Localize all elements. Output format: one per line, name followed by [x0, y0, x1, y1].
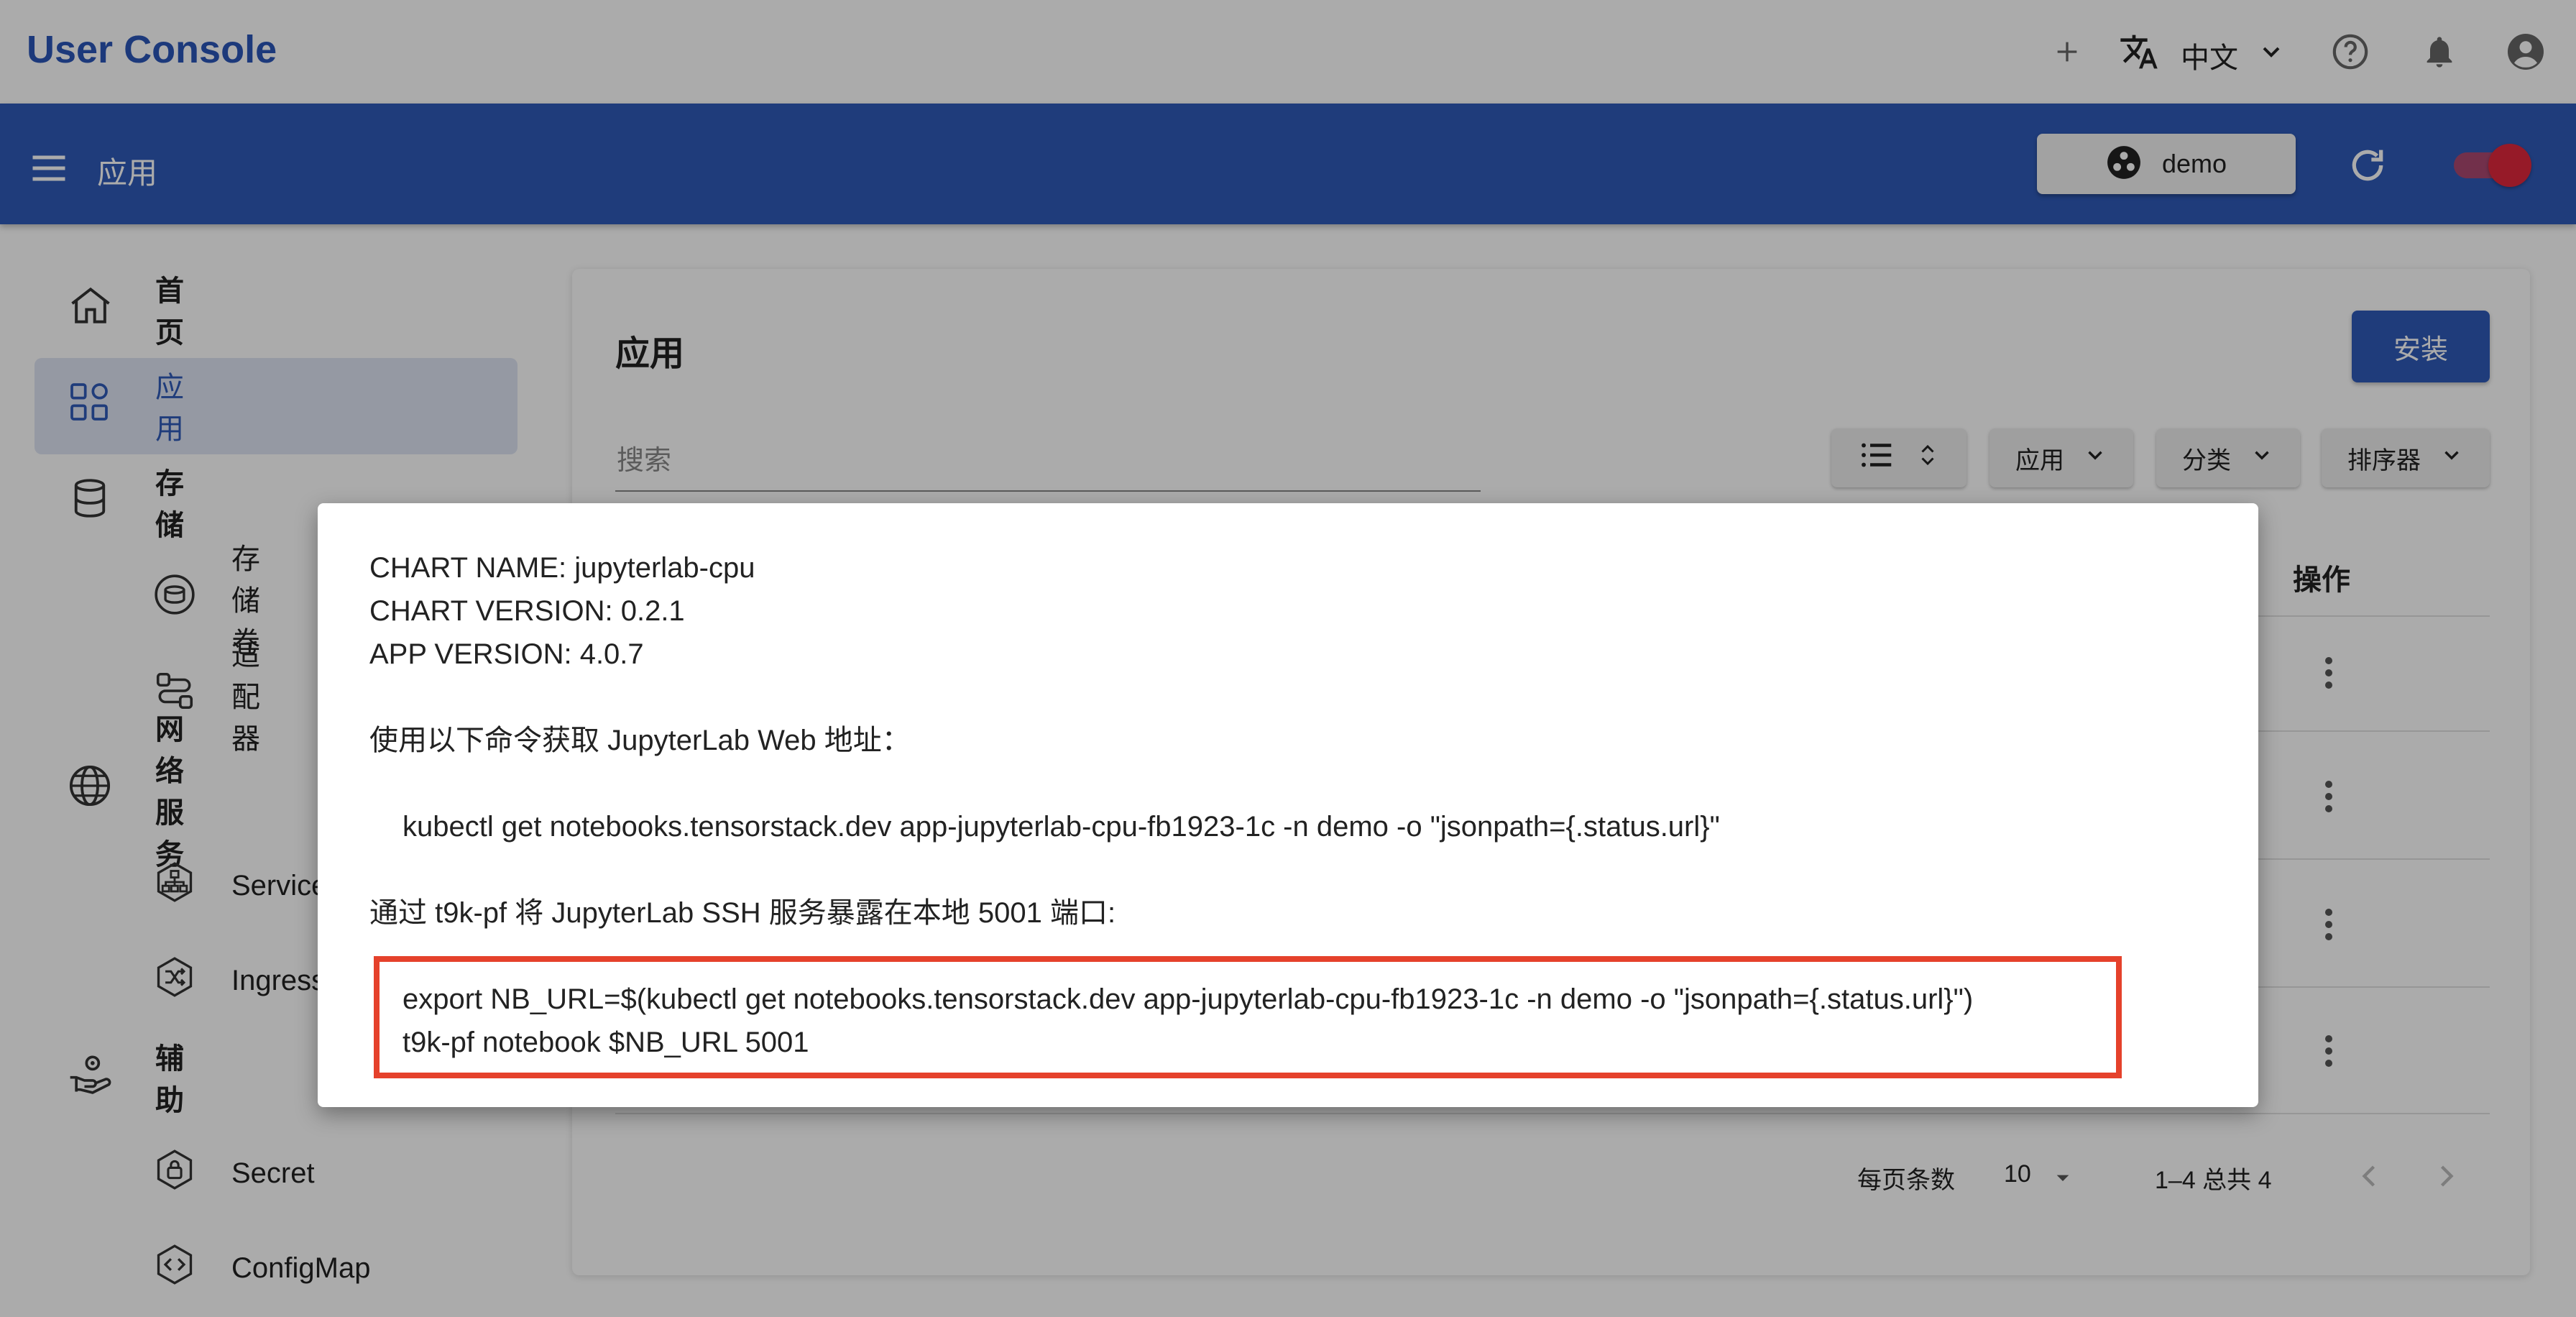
ssh-command-line-1: export NB_URL=$(kubectl get notebooks.te…	[402, 983, 1974, 1015]
ssh-command-line-2: t9k-pf notebook $NB_URL 5001	[402, 1027, 809, 1058]
chart-version: CHART VERSION: 0.2.1	[369, 595, 685, 627]
app-version: APP VERSION: 4.0.7	[369, 638, 644, 670]
url-command: kubectl get notebooks.tensorstack.dev ap…	[402, 811, 1720, 843]
url-instructions: 使用以下命令获取 JupyterLab Web 地址：	[369, 725, 911, 756]
ssh-instructions: 通过 t9k-pf 将 JupyterLab SSH 服务暴露在本地 5001 …	[369, 897, 1116, 929]
chart-name: CHART NAME: jupyterlab-cpu	[369, 552, 755, 584]
